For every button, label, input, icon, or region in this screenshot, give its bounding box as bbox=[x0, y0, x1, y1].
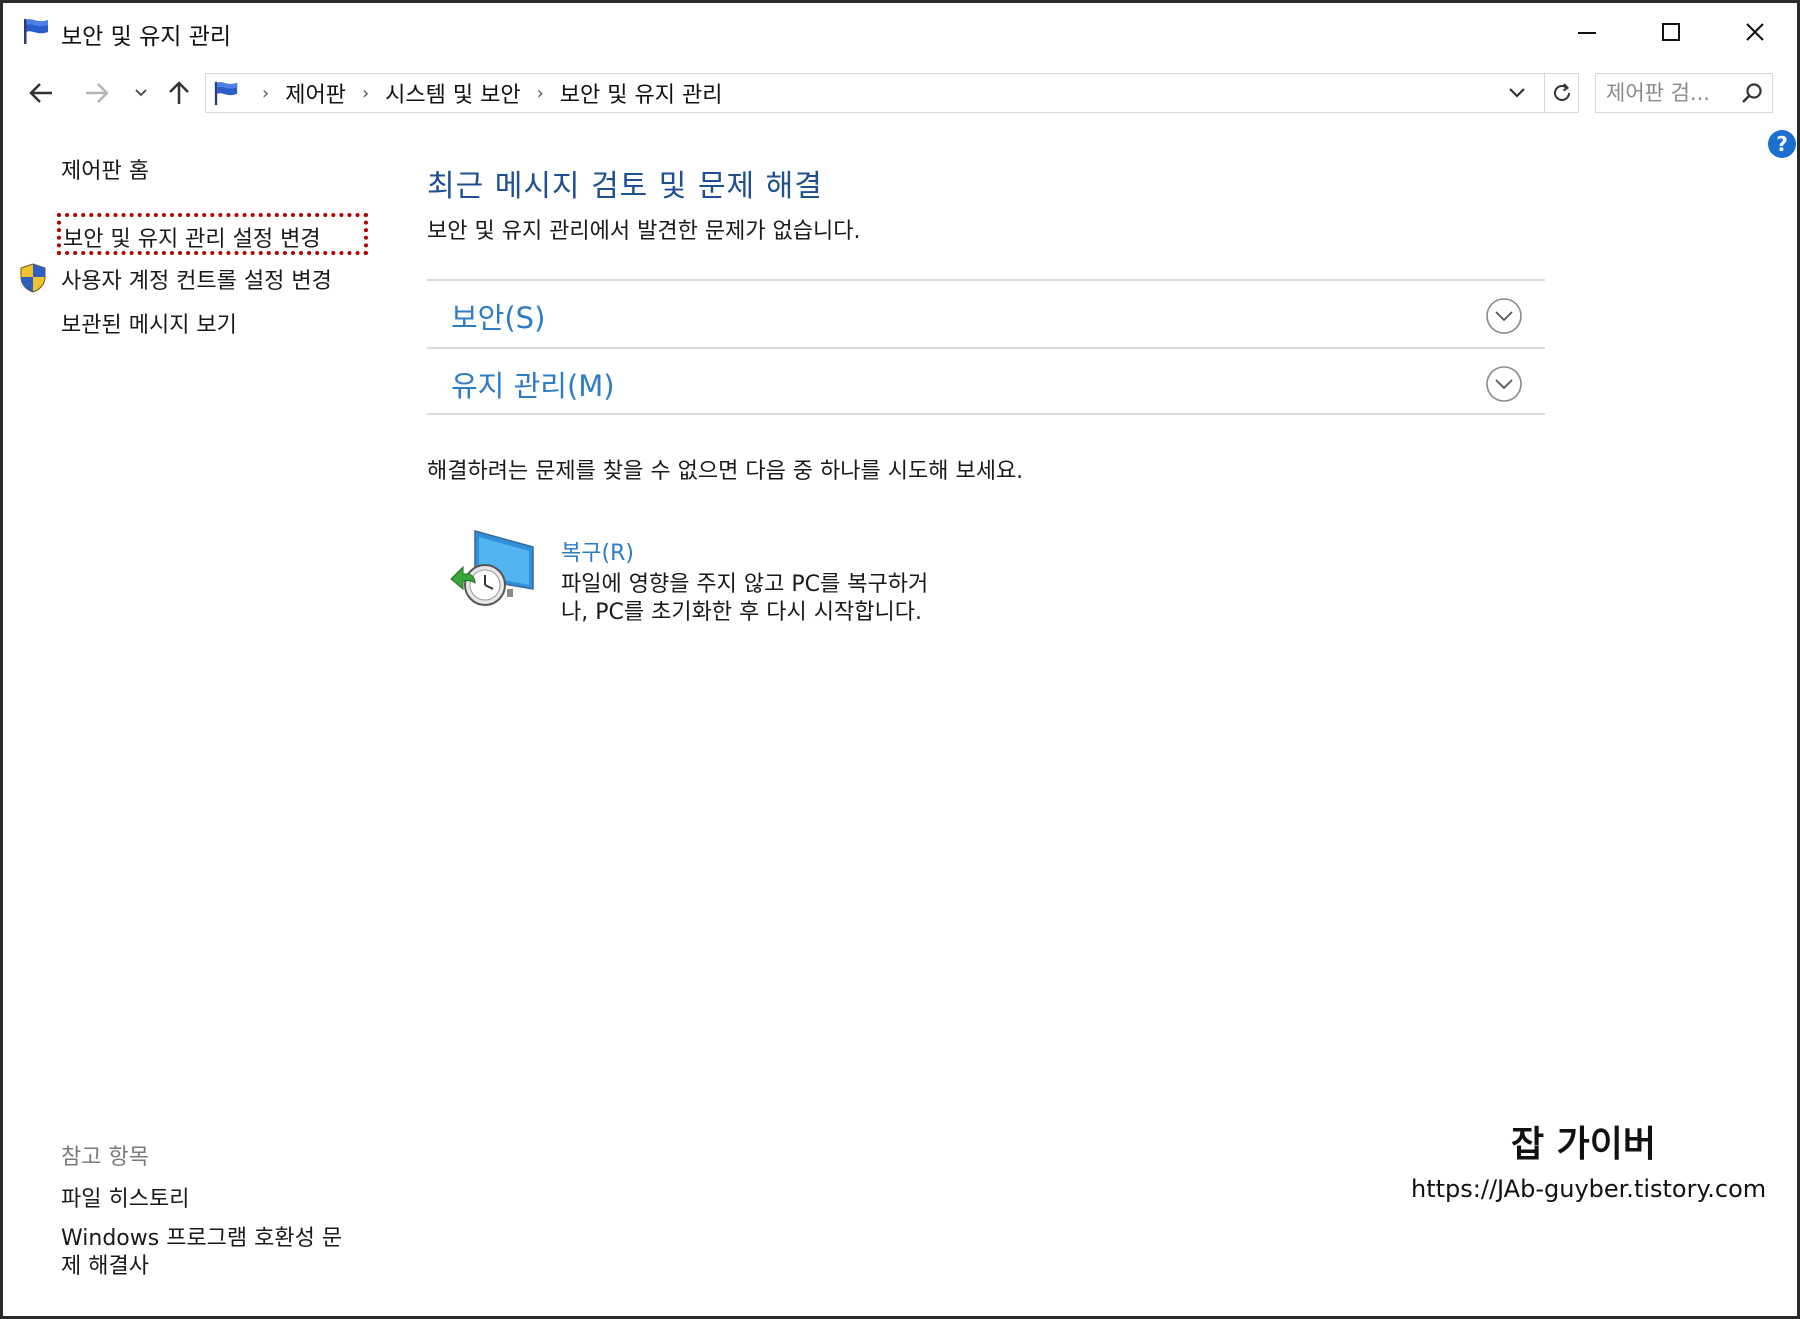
recent-locations-button[interactable] bbox=[127, 73, 155, 113]
arrow-up-icon bbox=[169, 81, 189, 104]
window-title: 보안 및 유지 관리 bbox=[61, 24, 232, 50]
recovery-description: 파일에 영향을 주지 않고 PC를 복구하거나, PC를 초기화한 후 다시 시… bbox=[561, 572, 929, 625]
svg-text:?: ? bbox=[1776, 132, 1788, 156]
back-button[interactable] bbox=[23, 73, 59, 113]
close-icon bbox=[1746, 23, 1764, 41]
breadcrumb-item-security-maintenance[interactable]: 보안 및 유지 관리 bbox=[560, 77, 723, 109]
chevron-down-icon bbox=[135, 89, 147, 97]
recovery-link[interactable]: 복구(R) bbox=[561, 535, 634, 567]
minimize-icon bbox=[1578, 32, 1596, 34]
search-box[interactable] bbox=[1595, 73, 1773, 113]
page-title: 최근 메시지 검토 및 문제 해결 bbox=[427, 169, 823, 204]
change-security-maintenance-settings-link[interactable]: 보안 및 유지 관리 설정 변경 bbox=[57, 213, 368, 255]
watermark-title: 잡 가이버 bbox=[1511, 1124, 1657, 1165]
view-archived-messages-link[interactable]: 보관된 메시지 보기 bbox=[61, 307, 237, 339]
refresh-button[interactable] bbox=[1545, 73, 1579, 113]
expand-chevron-icon[interactable] bbox=[1485, 365, 1523, 403]
search-input[interactable] bbox=[1606, 74, 1736, 112]
maximize-button[interactable] bbox=[1629, 3, 1713, 61]
address-dropdown-button[interactable] bbox=[1504, 78, 1530, 108]
close-button[interactable] bbox=[1713, 3, 1797, 61]
breadcrumb-separator[interactable]: › bbox=[537, 83, 544, 104]
forward-button[interactable] bbox=[79, 73, 115, 113]
arrow-right-icon bbox=[86, 83, 109, 103]
control-panel-home-link[interactable]: 제어판 홈 bbox=[61, 153, 149, 185]
refresh-icon bbox=[1553, 83, 1570, 101]
maximize-icon bbox=[1662, 23, 1680, 41]
recovery-icon bbox=[450, 530, 534, 606]
program-compatibility-troubleshooter-link[interactable]: Windows 프로그램 호환성 문제 해결사 bbox=[61, 1225, 351, 1281]
arrow-left-icon bbox=[29, 83, 52, 103]
chevron-down-icon bbox=[1509, 88, 1525, 98]
minimize-button[interactable] bbox=[1545, 3, 1629, 61]
maintenance-section-label: 유지 관리(M) bbox=[451, 369, 615, 403]
security-section-header[interactable]: 보안(S) bbox=[427, 279, 1545, 347]
change-uac-settings-link[interactable]: 사용자 계정 컨트롤 설정 변경 bbox=[61, 263, 332, 295]
uac-shield-icon bbox=[20, 263, 46, 293]
address-bar[interactable]: › 제어판 › 시스템 및 보안 › 보안 및 유지 관리 bbox=[205, 73, 1545, 113]
help-icon[interactable]: ? bbox=[1767, 129, 1797, 159]
file-history-link[interactable]: 파일 히스토리 bbox=[61, 1181, 189, 1213]
maintenance-section-header[interactable]: 유지 관리(M) bbox=[427, 347, 1545, 415]
navigation-bar: › 제어판 › 시스템 및 보안 › 보안 및 유지 관리 bbox=[3, 69, 1797, 117]
breadcrumb-item-control-panel[interactable]: 제어판 bbox=[285, 77, 346, 109]
up-button[interactable] bbox=[161, 73, 197, 113]
security-section-label: 보안(S) bbox=[451, 301, 546, 335]
troubleshoot-hint: 해결하려는 문제를 찾을 수 없으면 다음 중 하나를 시도해 보세요. bbox=[427, 459, 1024, 484]
flag-icon bbox=[214, 81, 238, 106]
watermark-url: https://JAb-guyber.tistory.com bbox=[1411, 1175, 1767, 1203]
search-icon bbox=[1742, 83, 1762, 103]
status-message: 보안 및 유지 관리에서 발견한 문제가 없습니다. bbox=[427, 219, 861, 244]
expand-chevron-icon[interactable] bbox=[1485, 297, 1523, 335]
breadcrumb-separator[interactable]: › bbox=[362, 83, 369, 104]
breadcrumb-separator[interactable]: › bbox=[262, 83, 269, 104]
breadcrumb-item-system-security[interactable]: 시스템 및 보안 bbox=[385, 77, 520, 109]
title-bar: 보안 및 유지 관리 bbox=[3, 3, 1797, 61]
breadcrumb: › 제어판 › 시스템 및 보안 › 보안 및 유지 관리 bbox=[246, 74, 722, 112]
control-panel-window: 보안 및 유지 관리 › 제어판 › 시스템 및 보안 › 보안 및 유지 관리… bbox=[0, 0, 1800, 1319]
see-also-heading: 참고 항목 bbox=[61, 1145, 149, 1170]
flag-icon bbox=[24, 19, 48, 44]
